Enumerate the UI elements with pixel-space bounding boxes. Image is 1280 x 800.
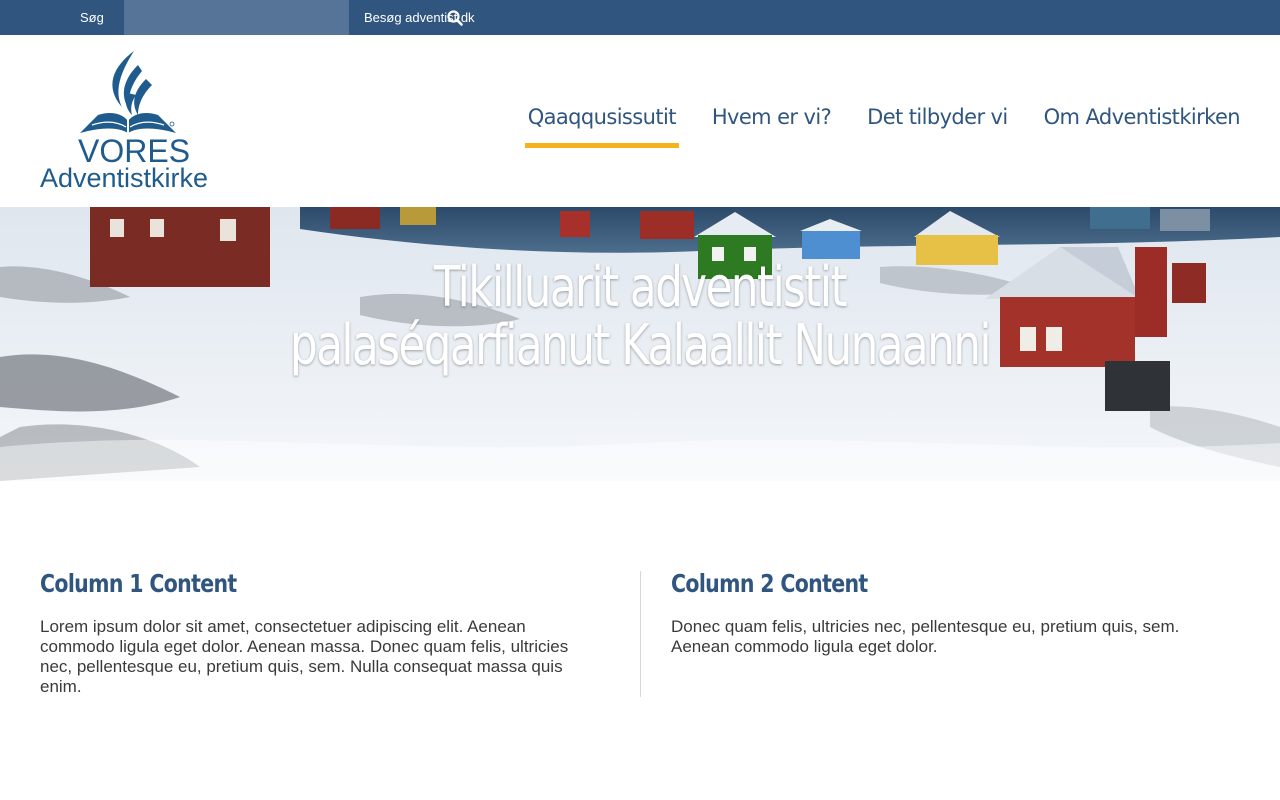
nav-active-indicator	[524, 143, 679, 148]
column-2-text: Donec quam felis, ultricies nec, pellent…	[671, 617, 1180, 656]
nav-item-qaaqqusissutit[interactable]: Qaaqqusissutit	[528, 105, 677, 129]
nav-item-hvem-er-vi[interactable]: Hvem er vi?	[712, 105, 832, 129]
column-1-text: Lorem ipsum dolor sit amet, consectetuer…	[40, 617, 569, 696]
visit-adventist-link[interactable]: Besøg adventist.dk	[364, 0, 475, 35]
nav-item-det-tilbyder-vi[interactable]: Det tilbyder vi	[867, 105, 1008, 129]
hero-title-line2: palaséqarfianut Kalaallit Nunaanni	[290, 313, 991, 378]
search-label: Søg	[80, 10, 104, 25]
site-header: VORES Adventistkirke Qaaqqusissutit Hvem…	[0, 35, 1280, 207]
site-logo[interactable]: VORES Adventistkirke	[40, 49, 215, 194]
nav-item-det-tilbyder-vi-wrap: Det tilbyder vi	[867, 105, 1008, 149]
search-box	[124, 0, 463, 35]
main-navigation: Qaaqqusissutit Hvem er vi? Det tilbyder …	[524, 105, 1241, 149]
column-divider	[640, 571, 641, 697]
logo-text-adventistkirke: Adventistkirke	[40, 163, 209, 193]
content-column-1: Column 1 Content Lorem ipsum dolor sit a…	[40, 568, 600, 697]
top-utility-bar: Søg Besøg adventist.dk	[0, 0, 1280, 35]
content-column-2: Column 2 Content Donec quam felis, ultri…	[671, 568, 1231, 657]
search-input[interactable]	[124, 0, 314, 35]
hero-banner: Tikilluarit adventistit palaséqarfianut …	[0, 207, 1280, 481]
column-1-title: Column 1 Content	[40, 569, 237, 598]
nav-item-hvem-er-vi-wrap: Hvem er vi?	[712, 105, 832, 149]
nav-item-om-adventistkirken[interactable]: Om Adventistkirken	[1044, 105, 1241, 129]
flame-bible-logo-icon	[80, 51, 176, 135]
hero-title-line1: Tikilluarit adventistit	[433, 255, 848, 320]
column-2-title: Column 2 Content	[671, 569, 868, 598]
nav-item-om-adventistkirken-wrap: Om Adventistkirken	[1044, 105, 1241, 149]
nav-item-qaaqqusissutit-wrap: Qaaqqusissutit	[524, 105, 679, 149]
hero-title: Tikilluarit adventistit palaséqarfianut …	[141, 259, 1139, 375]
